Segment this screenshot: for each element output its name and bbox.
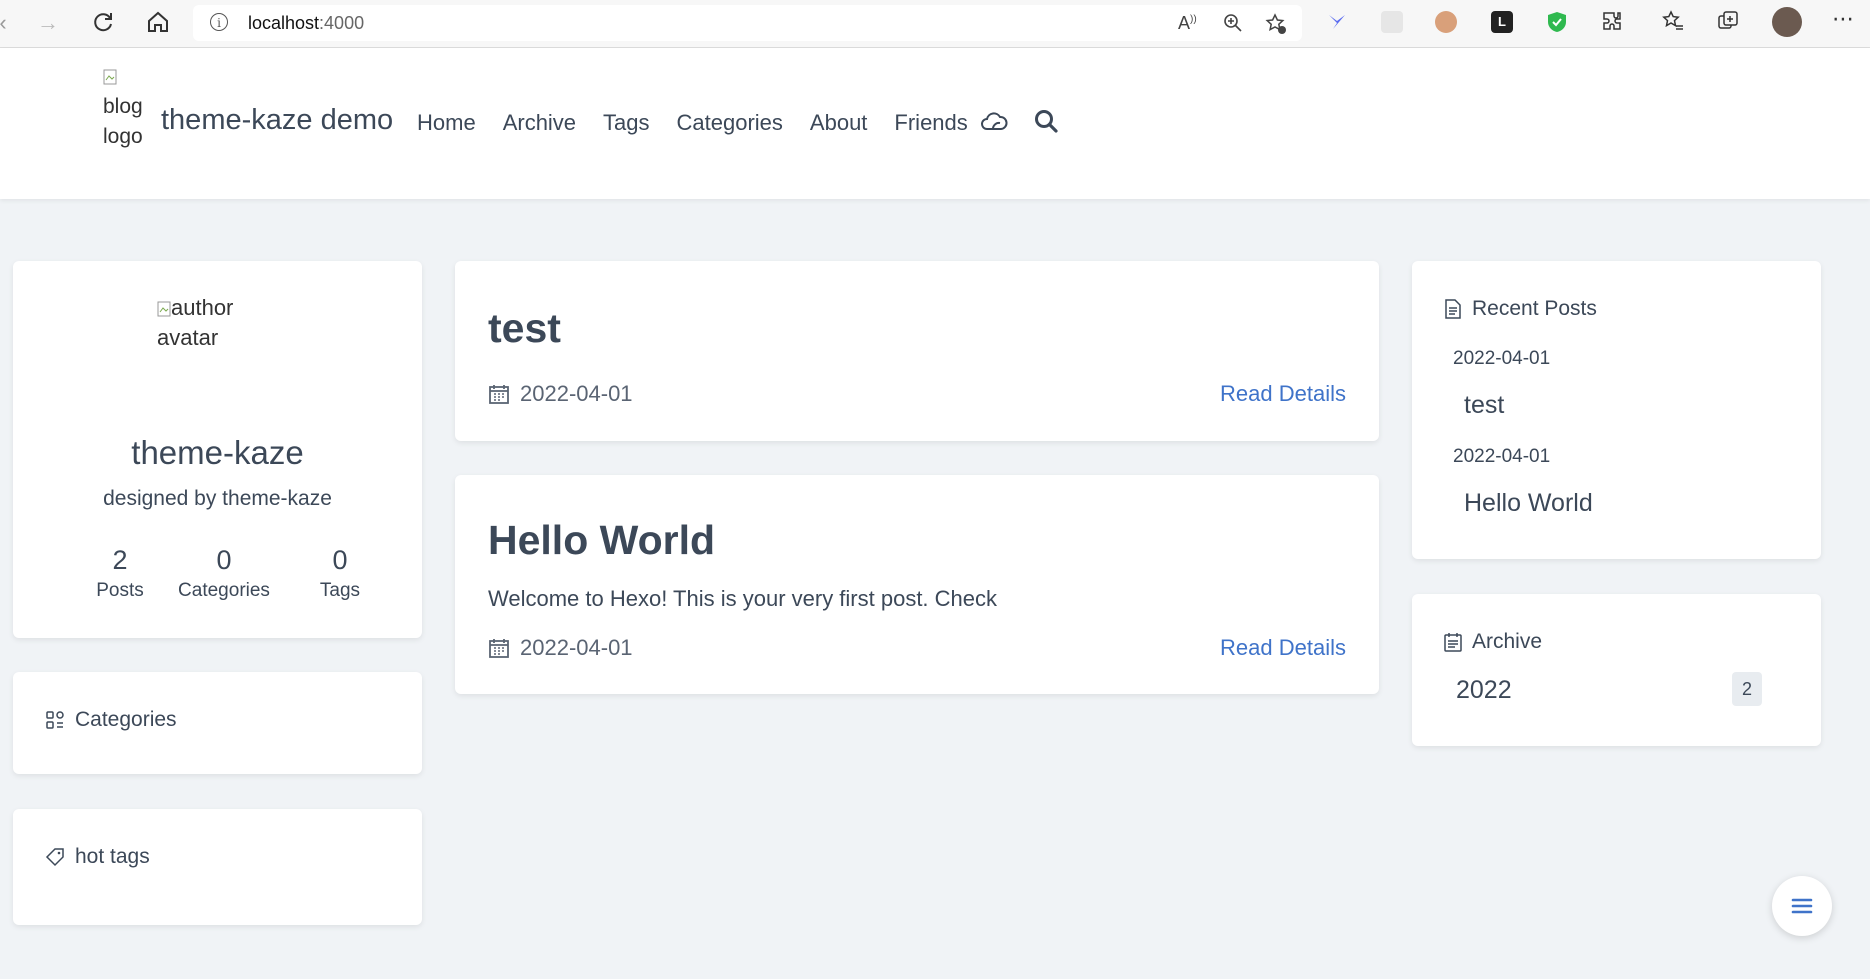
recent-post-link[interactable]: Hello World bbox=[1464, 489, 1593, 518]
tags-title-text: hot tags bbox=[75, 845, 150, 868]
search-icon[interactable] bbox=[1033, 108, 1059, 139]
recent-posts-title: Recent Posts bbox=[1444, 297, 1597, 321]
site-header: blog logo theme-kaze demo Home Archive T… bbox=[0, 48, 1870, 199]
calendar-icon bbox=[489, 639, 509, 658]
hamburger-menu-icon bbox=[1791, 898, 1813, 914]
author-avatar: author avatar bbox=[157, 293, 257, 353]
recent-post-link[interactable]: test bbox=[1464, 391, 1504, 420]
zoom-icon[interactable] bbox=[1223, 13, 1243, 38]
extensions-puzzle-icon[interactable] bbox=[1601, 10, 1623, 38]
recent-post-date: 2022-04-01 bbox=[1453, 348, 1551, 369]
extension-icon[interactable]: L bbox=[1491, 11, 1513, 33]
recent-posts-widget: Recent Posts 2022-04-01 test 2022-04-01 … bbox=[1412, 261, 1821, 559]
nav-item-friends[interactable]: Friends bbox=[894, 110, 967, 136]
post-date: 2022-04-01 bbox=[488, 381, 633, 407]
profile-avatar[interactable] bbox=[1772, 7, 1802, 37]
extension-icon[interactable] bbox=[1326, 11, 1348, 33]
stat-tags[interactable]: 0 Tags bbox=[298, 545, 382, 602]
nav-item-home[interactable]: Home bbox=[417, 110, 476, 136]
site-brand[interactable]: theme-kaze demo bbox=[161, 104, 393, 137]
recent-post-date: 2022-04-01 bbox=[1453, 446, 1551, 467]
stat-categories[interactable]: 0 Categories bbox=[171, 545, 277, 602]
archive-calendar-icon bbox=[1444, 633, 1462, 652]
author-name: theme-kaze bbox=[131, 434, 304, 471]
categories-widget-title: Categories bbox=[45, 708, 177, 732]
archive-widget: Archive 2022 2 bbox=[1412, 594, 1821, 746]
document-icon bbox=[1445, 299, 1461, 319]
stat-value: 0 bbox=[332, 545, 348, 575]
read-details-link[interactable]: Read Details bbox=[1220, 381, 1346, 407]
forward-arrow-icon[interactable]: → bbox=[35, 10, 61, 36]
post-date: 2022-04-01 bbox=[488, 635, 633, 661]
nav-item-categories[interactable]: Categories bbox=[677, 110, 783, 136]
tag-icon bbox=[45, 848, 64, 867]
shield-icon[interactable] bbox=[1546, 11, 1568, 33]
read-aloud-icon[interactable]: A)) bbox=[1178, 13, 1197, 34]
recent-posts-title-text: Recent Posts bbox=[1472, 297, 1597, 320]
nav-item-archive[interactable]: Archive bbox=[503, 110, 576, 136]
more-icon[interactable]: ⋯ bbox=[1832, 6, 1854, 32]
post-card: test 2022-04-01 Read Details bbox=[455, 261, 1379, 441]
add-favorite-icon[interactable] bbox=[1265, 13, 1287, 40]
stat-label: Tags bbox=[319, 580, 361, 601]
broken-image-icon bbox=[103, 69, 117, 85]
post-excerpt: Welcome to Hexo! This is your very first… bbox=[488, 586, 998, 611]
collections-icon[interactable] bbox=[1717, 10, 1739, 38]
categories-widget: Categories bbox=[13, 672, 422, 774]
stat-label: Categories bbox=[178, 580, 270, 601]
stat-value: 2 bbox=[112, 545, 128, 575]
address-bar[interactable]: i localhost:4000 A)) bbox=[193, 5, 1302, 41]
tags-widget-title: hot tags bbox=[45, 845, 150, 869]
stat-value: 0 bbox=[216, 545, 232, 575]
stat-posts[interactable]: 2 Posts bbox=[78, 545, 162, 602]
theme-toggle-cloud-icon[interactable] bbox=[980, 108, 1008, 139]
address-url[interactable]: localhost:4000 bbox=[248, 13, 364, 34]
calendar-icon bbox=[489, 385, 509, 404]
post-card: Hello World Welcome to Hexo! This is you… bbox=[455, 475, 1379, 694]
archive-title: Archive bbox=[1444, 630, 1542, 654]
home-icon[interactable] bbox=[145, 10, 171, 36]
tags-widget: hot tags bbox=[13, 809, 422, 925]
nav-item-tags[interactable]: Tags bbox=[603, 110, 649, 136]
extension-icon[interactable] bbox=[1435, 11, 1457, 33]
author-description: designed by theme-kaze bbox=[103, 487, 332, 510]
read-details-link[interactable]: Read Details bbox=[1220, 635, 1346, 661]
archive-title-text: Archive bbox=[1472, 630, 1543, 653]
blog-logo[interactable]: blog logo bbox=[103, 62, 153, 152]
categories-title-text: Categories bbox=[75, 708, 177, 731]
favorites-icon[interactable] bbox=[1662, 10, 1684, 38]
refresh-icon[interactable] bbox=[90, 10, 116, 36]
post-date-text: 2022-04-01 bbox=[520, 381, 633, 406]
site-info-icon[interactable]: i bbox=[210, 13, 228, 31]
main-nav: Home Archive Tags Categories About Frien… bbox=[417, 110, 995, 136]
author-profile-card: author avatar theme-kaze designed by the… bbox=[13, 261, 422, 638]
post-title[interactable]: test bbox=[488, 305, 561, 352]
stat-label: Posts bbox=[96, 580, 144, 601]
post-title[interactable]: Hello World bbox=[488, 517, 715, 564]
archive-year-link[interactable]: 2022 bbox=[1456, 676, 1512, 705]
post-date-text: 2022-04-01 bbox=[520, 635, 633, 660]
logo-alt-text: blog logo bbox=[103, 95, 143, 148]
archive-count-badge: 2 bbox=[1732, 672, 1762, 706]
floating-menu-button[interactable] bbox=[1772, 876, 1832, 936]
categories-icon bbox=[46, 711, 64, 729]
broken-image-icon bbox=[157, 301, 171, 317]
extension-icon[interactable] bbox=[1381, 11, 1403, 33]
nav-item-about[interactable]: About bbox=[810, 110, 868, 136]
back-arrow-icon[interactable]: ‹ bbox=[0, 10, 16, 36]
browser-toolbar: ‹ → i localhost:4000 A)) L ⋯ bbox=[0, 0, 1870, 48]
